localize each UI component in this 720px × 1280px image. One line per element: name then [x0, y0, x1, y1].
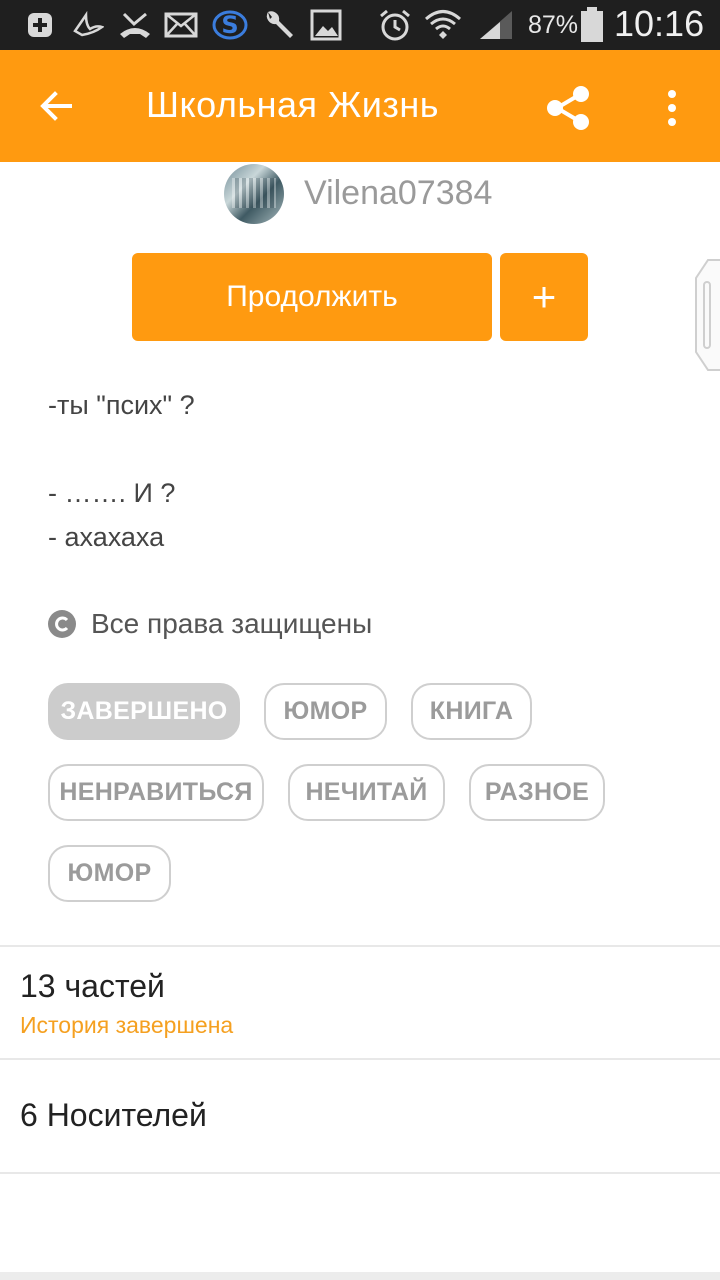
battery-percent: 87%	[528, 11, 579, 39]
tag-completed: ЗАВЕРШЕНО	[48, 683, 240, 740]
back-button[interactable]	[30, 80, 82, 132]
parts-count: 13 частей	[20, 968, 165, 1004]
clock: 10:16	[614, 3, 705, 44]
share-icon	[547, 86, 589, 130]
mail-icon	[164, 8, 198, 42]
add-to-library-button[interactable]: +	[500, 253, 588, 341]
image-icon	[310, 8, 342, 42]
divider	[0, 945, 720, 947]
tag-chip[interactable]: КНИГА	[411, 683, 532, 740]
divider	[0, 1058, 720, 1060]
story-status: История завершена	[20, 1012, 234, 1038]
arrow-back-icon	[40, 91, 72, 121]
description-line: - ……. И ?	[48, 478, 176, 508]
copyright-text: Все права защищены	[91, 608, 373, 639]
copyright-icon	[48, 610, 76, 638]
tag-chip[interactable]: НЕНРАВИТЬСЯ	[48, 764, 264, 821]
s-logo-icon: S	[212, 8, 248, 42]
description-line: - ахахаха	[48, 522, 165, 552]
tag-chip[interactable]: РАЗНОЕ	[469, 764, 605, 821]
add-box-icon	[26, 8, 54, 42]
side-panel-handle[interactable]	[694, 258, 720, 372]
continue-reading-button[interactable]: Продолжить	[132, 253, 492, 341]
author-name[interactable]: Vilena07384	[304, 174, 492, 213]
author-avatar[interactable]	[224, 164, 284, 224]
signal-icon	[478, 8, 514, 42]
description-line: -ты "псих" ?	[48, 390, 195, 420]
tag-chip[interactable]: ЮМОР	[48, 845, 171, 902]
swallow-icon	[72, 8, 104, 42]
status-bar: S 87% 10:16	[0, 0, 720, 50]
overflow-menu-button[interactable]	[650, 80, 694, 136]
wrench-icon	[262, 8, 296, 42]
alarm-icon	[378, 8, 412, 42]
bottom-edge	[0, 1272, 720, 1280]
share-button[interactable]	[540, 80, 596, 136]
missed-call-icon	[118, 8, 152, 42]
wifi-icon	[424, 8, 462, 42]
page-title: Школьная Жизнь	[146, 84, 440, 125]
tag-chip[interactable]: НЕЧИТАЙ	[288, 764, 445, 821]
more-vert-icon	[668, 90, 676, 126]
divider	[0, 1172, 720, 1174]
battery-icon	[580, 7, 604, 42]
svg-text:S: S	[221, 11, 238, 39]
tag-chip[interactable]: ЮМОР	[264, 683, 387, 740]
carriers-row[interactable]: 6 Носителей	[20, 1097, 207, 1134]
app-toolbar: Школьная Жизнь	[0, 50, 720, 162]
